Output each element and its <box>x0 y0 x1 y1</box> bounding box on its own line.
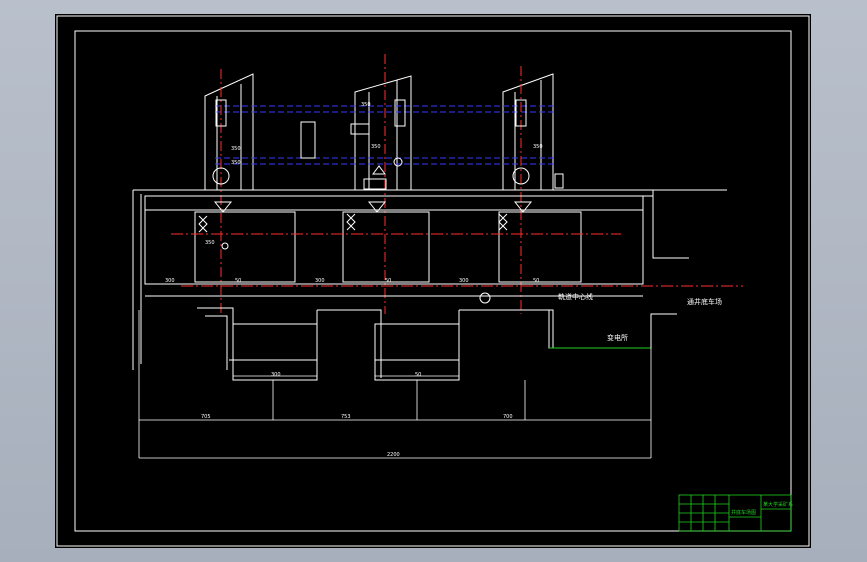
shaft-axes <box>220 54 522 314</box>
dimension-texts: 300 50 300 50 300 50 300 50 705 753 700 … <box>165 102 543 458</box>
lower-chambers <box>197 307 677 381</box>
dim-d14: 2200 <box>387 452 400 458</box>
dim-d8: 50 <box>415 372 421 378</box>
dim-t3: 350 <box>371 144 381 150</box>
cad-viewport: 300 50 300 50 300 50 300 50 705 753 700 … <box>0 0 867 562</box>
dim-d6: 50 <box>533 278 539 284</box>
pulley-symbols <box>212 99 564 190</box>
dim-d11: 705 <box>201 414 211 420</box>
dim-d4: 50 <box>385 278 391 284</box>
headframe-middle <box>354 75 412 190</box>
title-school: 某大学采矿系 <box>763 501 793 508</box>
dim-t6: 350 <box>205 240 215 246</box>
dim-d1: 300 <box>165 278 175 284</box>
annotation-labels: 軌道中心线 通井底车场 变电所 <box>558 292 722 342</box>
horizontal-axes <box>171 233 743 287</box>
drawing-sheet: 300 50 300 50 300 50 300 50 705 753 700 … <box>55 14 811 548</box>
pump-valves <box>198 201 533 304</box>
dim-d3: 300 <box>315 278 325 284</box>
title-drawing-name: 井底车场图 <box>731 509 756 516</box>
cad-drawing: 300 50 300 50 300 50 300 50 705 753 700 … <box>56 15 810 547</box>
headframe-left <box>204 73 254 190</box>
dim-d13: 700 <box>503 414 513 420</box>
dim-t5: 350 <box>533 144 543 150</box>
label-control-center: 軌道中心线 <box>558 292 593 301</box>
label-depot: 通井底车场 <box>687 297 722 306</box>
title-block-texts: 井底车场图 某大学采矿系 <box>731 501 793 516</box>
dim-t2: 350 <box>231 160 241 166</box>
surface-line <box>132 189 727 370</box>
dim-d2: 50 <box>235 278 241 284</box>
dim-d12: 753 <box>341 414 351 420</box>
dim-t1: 350 <box>231 146 241 152</box>
label-substation: 变电所 <box>607 333 628 342</box>
dim-d7: 300 <box>271 372 281 378</box>
dimension-lines <box>138 310 652 459</box>
dim-d5: 300 <box>459 278 469 284</box>
dim-t4: 350 <box>361 102 371 108</box>
